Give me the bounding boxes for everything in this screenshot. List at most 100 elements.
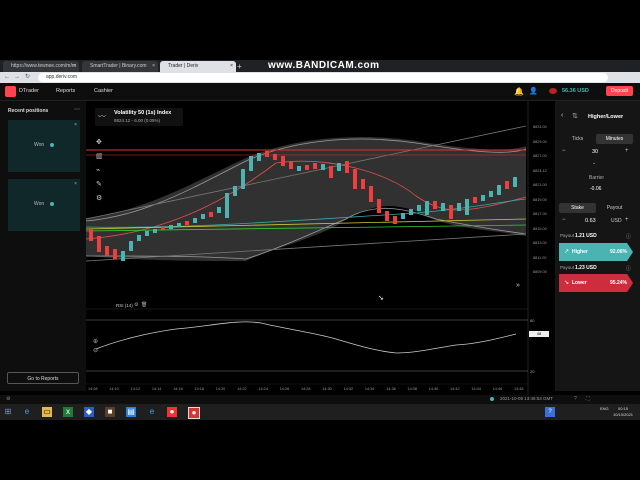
price-chart[interactable] xyxy=(86,101,555,395)
browser-tab[interactable]: https://www.tewnee.com/m/m × xyxy=(3,61,79,72)
chevron-left-icon[interactable]: ‹ xyxy=(561,112,563,119)
time-axis-label: 14:28 xyxy=(301,387,311,391)
deriv-logo-icon[interactable] xyxy=(5,86,16,97)
reload-button[interactable]: ↻ xyxy=(25,73,30,82)
folder-icon[interactable]: ▭ xyxy=(42,407,52,417)
rsi-axis-label: 20 xyxy=(530,369,535,374)
trade-type-selector[interactable]: Higher/Lower xyxy=(588,114,623,120)
price-axis-label: 8821.00 xyxy=(533,183,547,187)
deposit-button[interactable]: Deposit xyxy=(606,86,633,96)
decrease-button[interactable]: − xyxy=(562,148,566,154)
browser-tab[interactable]: SmartTrader | Binary.com × xyxy=(82,61,158,72)
barrier-label: Barrier xyxy=(589,175,605,181)
settings-icon[interactable]: ⚙ xyxy=(6,396,10,402)
scroll-to-end-icon[interactable]: » xyxy=(516,282,520,289)
higher-button[interactable]: ↗ Higher 92.06% xyxy=(559,243,633,261)
more-icon[interactable]: ⋯ xyxy=(74,106,80,113)
edge-icon[interactable]: e xyxy=(147,407,157,417)
price-axis-label: 8819.00 xyxy=(533,197,547,202)
tab-ticks[interactable]: Ticks xyxy=(559,134,596,144)
increase-button[interactable]: + xyxy=(625,217,629,223)
crosshair-icon[interactable]: ✥ xyxy=(96,138,102,146)
time-axis-label: 14:42 xyxy=(450,387,460,391)
close-icon[interactable]: × xyxy=(74,181,77,187)
indicators-icon[interactable]: ⌁ xyxy=(96,166,100,174)
chart-type-icon[interactable]: ▥ xyxy=(96,152,103,160)
time-axis-label: 14:14 xyxy=(151,387,162,391)
back-button[interactable]: ← xyxy=(4,73,10,82)
increase-button[interactable]: + xyxy=(625,148,629,154)
amount-input[interactable]: 0.63 xyxy=(585,218,596,224)
new-tab-button[interactable]: + xyxy=(237,61,242,72)
symbol-selector[interactable]: 〰 Volatility 50 (1s) Index 8824.12 - 6.0… xyxy=(95,108,183,126)
drawing-tools-icon[interactable]: ✎ xyxy=(96,180,102,188)
time-axis-label: 14:30 xyxy=(322,387,332,391)
delete-icon[interactable]: 🗑 xyxy=(141,302,147,308)
info-icon[interactable]: ⓘ xyxy=(626,265,631,272)
cashier-link[interactable]: Cashier xyxy=(94,83,113,100)
mouse-cursor-icon: ➘ xyxy=(378,295,384,302)
time-axis-label: 14:12 xyxy=(130,387,141,391)
app-icon[interactable]: ■ xyxy=(105,407,115,417)
server-time: 2021-10-09 13:46:53 GMT xyxy=(500,396,554,401)
price-axis-label: 8811.00 xyxy=(533,255,547,260)
position-card[interactable]: × Won xyxy=(8,179,80,231)
app-name[interactable]: DTrader xyxy=(19,83,39,100)
time-axis-label: 14:10 xyxy=(109,387,119,391)
price-axis-label: 8829.00 xyxy=(533,139,547,144)
language-indicator[interactable]: ENG xyxy=(600,406,609,411)
time-axis-label: 14:26 xyxy=(279,387,290,391)
bandicam-icon[interactable]: ● xyxy=(188,407,200,419)
lower-button[interactable]: ↘ Lower 95.24% xyxy=(559,274,633,292)
arrow-up-icon: ↗ xyxy=(564,249,570,255)
account-icon[interactable]: 👤 xyxy=(529,87,538,95)
chrome-icon[interactable]: ● xyxy=(167,407,177,417)
taskbar-clock[interactable]: 00:15 xyxy=(618,406,628,411)
settings-icon[interactable]: ⚙ xyxy=(134,302,138,308)
decrease-button[interactable]: − xyxy=(562,217,566,223)
close-icon[interactable]: × xyxy=(74,122,77,128)
taskbar-date[interactable]: 10/10/2021 xyxy=(613,412,633,417)
go-to-reports-button[interactable]: Go to Reports xyxy=(7,372,79,384)
payout-label: Payout xyxy=(560,233,575,238)
help-icon[interactable]: ? xyxy=(574,396,577,402)
zoom-in-icon[interactable]: ⊕ xyxy=(93,338,98,345)
price-axis-label: 8815.00 xyxy=(533,226,547,231)
close-icon[interactable]: × xyxy=(73,61,76,72)
fullscreen-icon[interactable]: ⛶ xyxy=(586,396,590,402)
dropbox-icon[interactable]: ◆ xyxy=(84,407,94,417)
price-axis-label: 8831.00 xyxy=(533,125,547,129)
windows-start-icon[interactable]: ⊞ xyxy=(3,407,13,417)
position-card[interactable]: × Won xyxy=(8,120,80,172)
url-input[interactable]: app.deriv.com xyxy=(38,73,608,82)
windows-taskbar xyxy=(0,404,640,420)
reports-link[interactable]: Reports xyxy=(56,83,75,100)
app-icon[interactable]: ▤ xyxy=(126,407,136,417)
account-balance[interactable]: 56.36 USD xyxy=(562,83,589,100)
price-axis-label: 8827.00 xyxy=(533,154,547,158)
close-icon[interactable]: × xyxy=(152,61,155,72)
tab-payout[interactable]: Payout xyxy=(596,203,633,213)
info-icon[interactable]: ⓘ xyxy=(626,233,631,240)
settings-icon[interactable]: ⚙ xyxy=(96,194,102,202)
browser-tab-active[interactable]: Trader | Deriv × xyxy=(160,61,236,72)
barrier-input[interactable]: -0.06 xyxy=(590,186,601,192)
chevron-down-icon[interactable]: ⌄ xyxy=(592,160,596,166)
tab-minutes[interactable]: Minutes xyxy=(596,134,633,144)
help-icon[interactable]: ? xyxy=(545,407,555,417)
panel-title: Recent positions xyxy=(8,108,49,114)
excel-icon[interactable]: x xyxy=(63,407,73,417)
edge-icon[interactable]: e xyxy=(22,407,32,417)
close-icon[interactable]: × xyxy=(230,61,233,72)
bell-icon[interactable]: 🔔 xyxy=(514,87,524,96)
time-axis-label: 14:24 xyxy=(258,387,268,391)
forward-button[interactable]: → xyxy=(14,73,20,82)
tab-stake[interactable]: Stake xyxy=(559,203,596,213)
zoom-out-icon[interactable]: ⊖ xyxy=(93,347,98,354)
currency-label: USD xyxy=(611,218,622,224)
arrow-down-icon: ↘ xyxy=(564,280,570,286)
price-axis-label: 8824.12 xyxy=(533,168,547,173)
duration-input[interactable]: 30 xyxy=(592,149,598,155)
time-axis-label: 14:22 xyxy=(237,387,247,391)
symbol-name: Volatility 50 (1s) Index xyxy=(114,110,172,116)
